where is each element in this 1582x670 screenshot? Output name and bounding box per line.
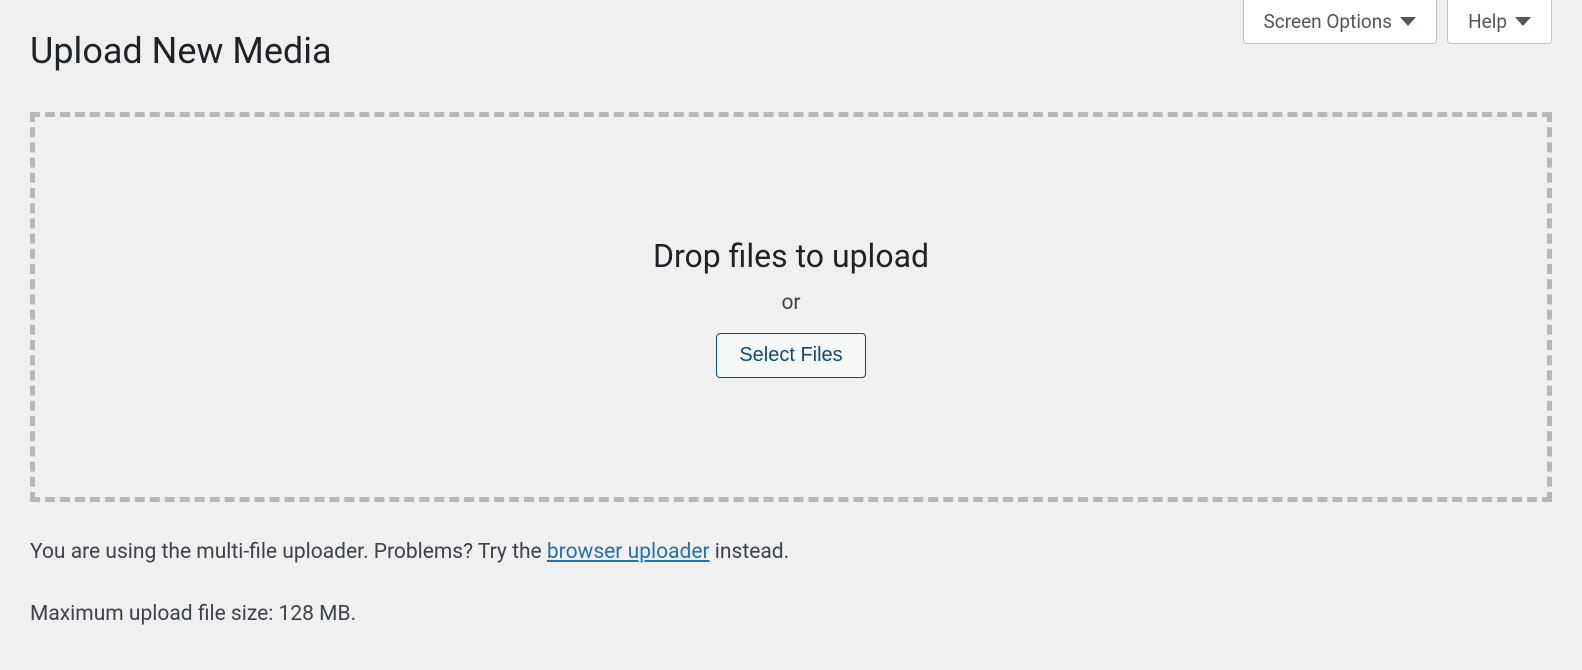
help-toggle[interactable]: Help [1447,0,1552,44]
help-label: Help [1468,10,1507,33]
max-upload-size-text: Maximum upload file size: 128 MB. [0,599,1582,631]
upload-dropzone[interactable]: Drop files to upload or Select Files [30,112,1552,502]
info-prefix: You are using the multi-file uploader. P… [30,540,547,564]
info-suffix: instead. [710,540,790,564]
caret-down-icon [1400,17,1416,26]
caret-down-icon [1515,17,1531,26]
screen-options-label: Screen Options [1264,10,1393,33]
top-admin-tabs: Screen Options Help [1243,0,1552,44]
screen-options-toggle[interactable]: Screen Options [1243,0,1438,44]
dropzone-or-label: or [781,291,800,315]
browser-uploader-link[interactable]: browser uploader [547,540,710,564]
uploader-info-text: You are using the multi-file uploader. P… [0,537,1582,569]
dropzone-heading: Drop files to upload [653,237,929,275]
select-files-button[interactable]: Select Files [716,333,865,378]
